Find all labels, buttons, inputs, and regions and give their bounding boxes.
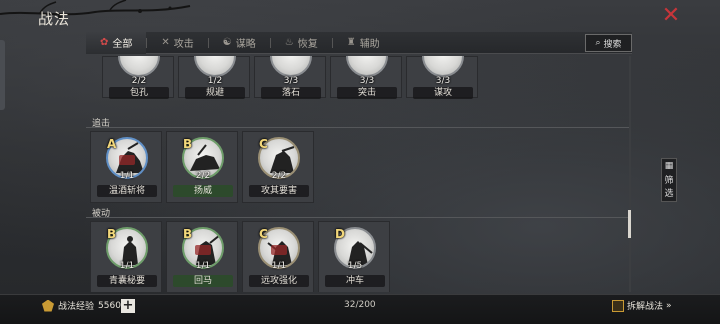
tab-label: 辅助	[359, 39, 380, 50]
skill-name: 远攻强化	[249, 275, 309, 287]
tab-attack[interactable]: ✕ 攻击	[147, 32, 207, 54]
skill-portrait	[346, 56, 388, 77]
skill-exp: 战法经验 5560	[42, 299, 121, 312]
skill-name: 规避	[185, 87, 245, 99]
exp-label: 战法经验	[58, 302, 95, 312]
seal-mark	[119, 155, 135, 165]
support-icon: ♜	[346, 37, 356, 48]
skill-name: 冲车	[325, 275, 385, 287]
add-exp-button[interactable]: +	[121, 299, 135, 313]
tab-scheme[interactable]: ☯ 谋略	[209, 32, 270, 54]
skill-name: 谋攻	[413, 87, 473, 99]
skill-count: 32/200	[344, 300, 376, 310]
skill-level: 3/3	[283, 76, 299, 86]
skill-level: 1/1	[271, 261, 287, 271]
skill-card[interactable]: 3/3 谋攻	[406, 56, 478, 99]
skill-portrait	[194, 56, 236, 77]
skill-grade: C	[259, 137, 268, 151]
skill-list[interactable]: 2/2 包孔 1/2 规避 3/3 落石 3/3 突击 3/3 谋攻 追击 A …	[86, 56, 630, 292]
exp-value: 5560	[98, 300, 121, 311]
seal-mark	[271, 245, 287, 255]
seal-mark	[195, 245, 211, 255]
skill-card[interactable]: B 2/2 扬威	[166, 131, 238, 203]
crossed-swords-icon: ✕	[161, 37, 170, 48]
skill-name: 回马	[173, 275, 233, 287]
skill-grade: B	[107, 227, 117, 241]
recover-icon: ♨	[284, 37, 294, 48]
split-icon	[612, 299, 624, 312]
tab-recover[interactable]: ♨ 恢复	[271, 32, 332, 54]
tab-label: 全部	[112, 39, 133, 50]
all-icon: ✿	[100, 37, 109, 48]
skill-card[interactable]: C 1/1 远攻强化	[242, 221, 314, 292]
split-skills-button[interactable]: 拆解战法 »	[612, 299, 672, 312]
skill-name: 温酒斩将	[97, 185, 157, 197]
skill-level: 3/3	[359, 76, 375, 86]
filter-button[interactable]: ▦ 筛选	[661, 158, 677, 202]
skill-card[interactable]: D 1/5 冲车	[318, 221, 390, 292]
skill-grade: D	[335, 227, 345, 241]
skill-card[interactable]: 2/2 包孔	[102, 56, 174, 99]
tab-label: 谋略	[235, 39, 256, 50]
scrollbar-track[interactable]	[629, 56, 631, 292]
skill-card[interactable]: B 1/1 青囊秘要	[90, 221, 162, 292]
skill-level: 1/1	[195, 261, 211, 271]
window-title: 战法	[38, 10, 71, 28]
skill-level: 1/2	[207, 76, 223, 86]
close-icon[interactable]: ✕	[660, 5, 682, 28]
skill-level: 1/1	[119, 171, 135, 181]
skill-level: 2/2	[195, 171, 211, 181]
side-handle[interactable]	[0, 40, 5, 110]
skill-grade: A	[107, 137, 117, 151]
skill-card[interactable]: A 1/1 温酒斩将	[90, 131, 162, 203]
tab-bar: ✿ 全部 ✕ 攻击 ☯ 谋略 ♨ 恢复 ♜ 辅助	[86, 31, 632, 54]
skill-level: 3/3	[435, 76, 451, 86]
skill-level: 2/2	[131, 76, 147, 86]
skill-card[interactable]: C 2/2 攻其要害	[242, 131, 314, 203]
skill-name: 包孔	[109, 87, 169, 99]
filter-label: 筛选	[664, 176, 674, 199]
tab-label: 恢复	[297, 39, 318, 50]
skill-level: 1/5	[347, 261, 363, 271]
tab-label: 攻击	[173, 39, 194, 50]
skill-card[interactable]: 1/2 规避	[178, 56, 250, 99]
skill-portrait	[118, 56, 160, 77]
search-icon: ⌕	[595, 38, 601, 48]
split-label: 拆解战法	[627, 302, 664, 312]
skill-grade: C	[259, 227, 268, 241]
chevron-right-icon: »	[666, 300, 672, 311]
scrollbar-thumb[interactable]	[628, 210, 631, 238]
skill-card[interactable]: 3/3 突击	[330, 56, 402, 99]
skill-grade: B	[183, 137, 193, 151]
exp-gem-icon	[42, 299, 54, 312]
scheme-icon: ☯	[222, 37, 232, 48]
search-button[interactable]: ⌕ 搜索	[585, 34, 632, 52]
search-label: 搜索	[603, 39, 622, 50]
skill-level: 1/1	[119, 261, 135, 271]
tab-all[interactable]: ✿ 全部	[86, 31, 147, 54]
skill-portrait	[270, 56, 312, 77]
skill-level: 2/2	[271, 171, 287, 181]
skill-portrait	[422, 56, 464, 77]
skill-name: 攻其要害	[249, 185, 309, 197]
filter-grid-icon: ▦	[664, 161, 674, 171]
skill-name: 突击	[337, 87, 397, 99]
skill-card[interactable]: 3/3 落石	[254, 56, 326, 99]
skill-name: 青囊秘要	[97, 275, 157, 287]
tab-support[interactable]: ♜ 辅助	[333, 32, 394, 54]
skill-name: 落石	[261, 87, 321, 99]
section-divider	[86, 127, 630, 128]
section-divider	[86, 217, 630, 218]
skill-card[interactable]: B 1/1 回马	[166, 221, 238, 292]
skill-name: 扬威	[173, 185, 233, 197]
skill-grade: B	[183, 227, 193, 241]
